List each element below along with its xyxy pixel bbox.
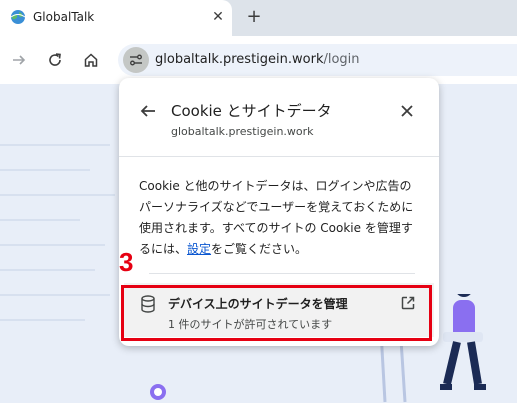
address-bar[interactable]: globaltalk.prestigein.work/login (118, 44, 517, 76)
description-text-end: をご覧ください。 (211, 242, 308, 256)
close-icon[interactable] (399, 103, 415, 119)
background-decoration (0, 169, 90, 171)
tab-strip: GlobalTalk ✕ + (0, 0, 517, 36)
site-settings-icon[interactable] (123, 47, 149, 73)
settings-link[interactable]: 設定 (187, 242, 211, 256)
new-tab-plus-icon[interactable]: + (243, 6, 265, 28)
background-decoration (0, 219, 80, 221)
section-divider (149, 273, 415, 274)
reload-icon[interactable] (43, 48, 67, 72)
popup-title: Cookie とサイトデータ (171, 102, 332, 120)
background-decoration (0, 144, 110, 146)
cookie-description: Cookie と他のサイトデータは、ログインや広告のパーソナライズなどでユーザー… (139, 176, 421, 260)
url-path: /login (323, 52, 360, 67)
tab-close-icon[interactable]: ✕ (209, 8, 227, 26)
browser-toolbar: globaltalk.prestigein.work/login (0, 36, 517, 84)
url-host: globaltalk.prestigein.work (155, 52, 324, 67)
popup-subtitle: globaltalk.prestigein.work (171, 125, 314, 138)
globe-favicon-icon (10, 10, 26, 24)
header-divider (119, 156, 439, 157)
background-decoration (0, 269, 95, 271)
background-decoration (0, 319, 85, 321)
background-decoration (0, 294, 110, 296)
back-arrow-icon[interactable] (139, 102, 157, 120)
tab-title: GlobalTalk (33, 10, 95, 24)
step-number: 3 (119, 247, 134, 277)
url-text: globaltalk.prestigein.work/login (155, 52, 360, 67)
browser-tab[interactable]: GlobalTalk ✕ (0, 0, 232, 36)
background-decoration (0, 244, 105, 246)
background-decoration (0, 194, 115, 196)
highlight-box (121, 285, 432, 341)
forward-arrow-icon[interactable] (7, 48, 31, 72)
home-icon[interactable] (79, 48, 103, 72)
